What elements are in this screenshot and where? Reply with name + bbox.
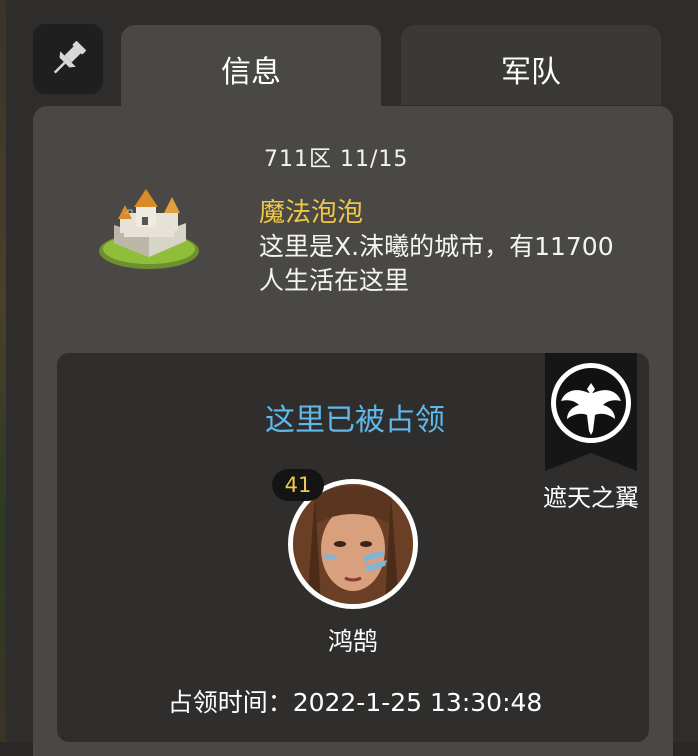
city-description: 这里是X.沫曦的城市，有11700人生活在这里 <box>259 232 614 295</box>
city-name: 魔法泡泡 <box>259 198 364 228</box>
tab-army[interactable]: 军队 <box>401 25 661 105</box>
pin-icon <box>53 41 86 74</box>
tab-info-label: 信息 <box>221 55 281 90</box>
lord-name: 鸿鹄 <box>327 627 378 656</box>
castle-icon <box>99 189 199 269</box>
alliance-name: 遮天之翼 <box>543 484 639 512</box>
occupation-time: 占领时间：2022-1-25 13:30:48 <box>167 688 543 717</box>
pin-button[interactable] <box>33 24 103 94</box>
eagle-banner-icon[interactable] <box>545 353 637 471</box>
tab-army-label: 军队 <box>501 55 561 90</box>
lord-level-badge: 41 <box>272 469 324 501</box>
lord-portrait <box>293 484 413 604</box>
city-region: 711区 11/15 <box>264 147 409 172</box>
tab-info[interactable]: 信息 <box>121 25 381 110</box>
